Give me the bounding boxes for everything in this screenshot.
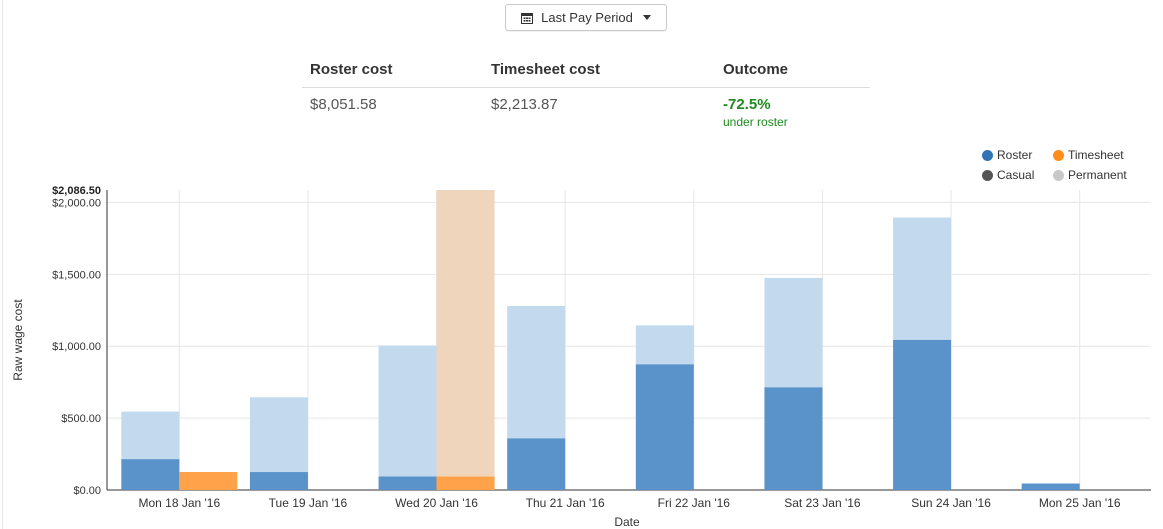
bar-roster-permanent	[893, 217, 952, 340]
x-axis-title: Date	[614, 515, 640, 529]
y-tick-label: $500.00	[61, 413, 101, 425]
bar-roster-permanent	[378, 345, 437, 477]
wage-cost-bar-chart: $0.00 $500.00 $1,000.00 $1,500.00 $2,000.00$…	[11, 185, 1151, 529]
bar-roster-casual	[893, 339, 952, 490]
bar-roster-casual	[764, 387, 823, 490]
y-axis-title: Raw wage cost	[11, 299, 25, 381]
x-tick-label: Sat 23 Jan '16	[784, 496, 861, 510]
bar-roster-casual	[378, 476, 437, 490]
bar-roster-permanent	[121, 411, 180, 460]
x-tick-label: Mon 25 Jan '16	[1039, 496, 1121, 510]
x-tick-label: Mon 18 Jan '16	[138, 496, 220, 510]
y-max-label: $2,086.50	[52, 185, 101, 197]
bar-roster-permanent	[764, 277, 823, 388]
x-tick-label: Wed 20 Jan '16	[395, 496, 478, 510]
x-tick-label: Tue 19 Jan '16	[269, 496, 348, 510]
bar-timesheet-casual	[179, 472, 238, 490]
x-tick-label: Thu 21 Jan '16	[526, 496, 605, 510]
bar-timesheet-permanent	[436, 190, 495, 477]
bar-timesheet-casual	[436, 476, 495, 490]
bar-roster-permanent	[635, 325, 694, 365]
bar-roster-casual	[507, 438, 566, 490]
bar-roster-casual	[249, 472, 308, 490]
y-tick-label: $2,000.00	[52, 197, 101, 209]
y-tick-label: $1,500.00	[52, 269, 101, 281]
y-tick-label: $1,000.00	[52, 341, 101, 353]
bar-roster-casual	[121, 459, 180, 490]
x-tick-label: Fri 22 Jan '16	[658, 496, 731, 510]
bar-roster-permanent	[507, 305, 566, 439]
bar-roster-casual	[635, 364, 694, 490]
bar-roster-permanent	[249, 397, 308, 473]
x-tick-label: Sun 24 Jan '16	[911, 496, 991, 510]
bar-roster-casual	[1021, 483, 1080, 490]
y-tick-label: $0.00	[73, 485, 101, 497]
